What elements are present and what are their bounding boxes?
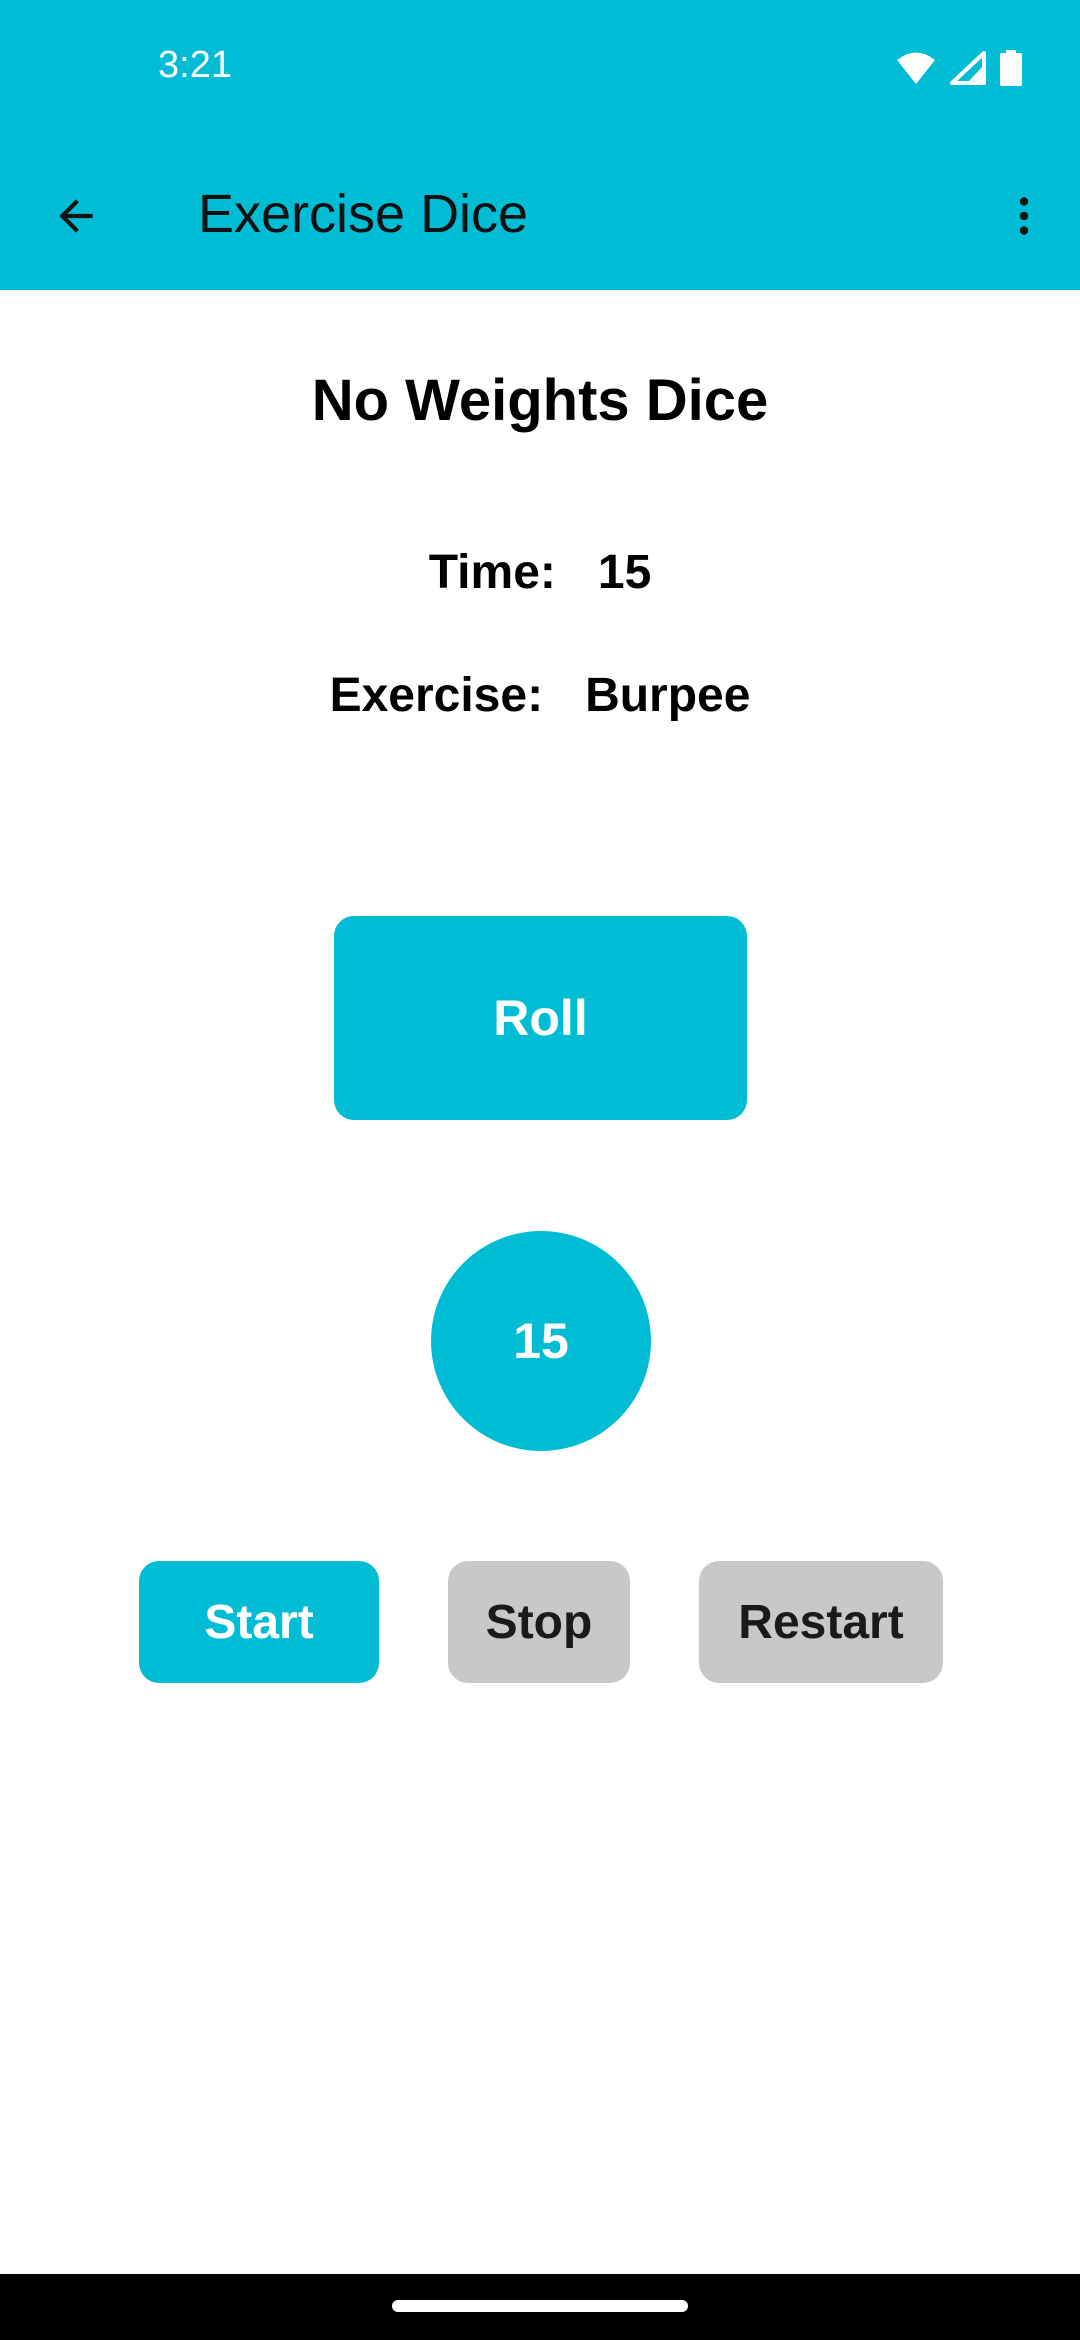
more-options-button[interactable] [980, 172, 1068, 260]
time-row: Time: 15 [0, 544, 1080, 602]
roll-button[interactable]: Roll [334, 916, 747, 1120]
app-title: Exercise Dice [198, 184, 529, 244]
arrow-back-icon [59, 199, 93, 233]
more-vert-icon [1019, 197, 1029, 235]
battery-icon [1000, 50, 1022, 91]
time-label: Time: [428, 546, 556, 599]
cellular-signal-icon [950, 51, 986, 90]
page-title: No Weights Dice [311, 368, 769, 433]
restart-button[interactable]: Restart [699, 1561, 943, 1683]
home-gesture-handle[interactable] [392, 2300, 688, 2312]
exercise-value: Burpee [585, 669, 751, 722]
exercise-row: Exercise: Burpee [0, 667, 1080, 725]
wifi-icon [896, 51, 936, 90]
dice-value: 15 [513, 1313, 569, 1369]
back-button[interactable] [32, 172, 120, 260]
status-time: 3:21 [158, 44, 232, 86]
exercise-label: Exercise: [329, 669, 544, 722]
status-icons [896, 50, 1022, 91]
app-bar: Exercise Dice [0, 142, 1080, 290]
dice-result: 15 [431, 1231, 651, 1451]
start-button[interactable]: Start [139, 1561, 379, 1683]
stop-button[interactable]: Stop [448, 1561, 630, 1683]
status-bar: 3:21 [0, 0, 1080, 142]
navigation-bar [0, 2274, 1080, 2340]
time-value: 15 [597, 546, 652, 599]
